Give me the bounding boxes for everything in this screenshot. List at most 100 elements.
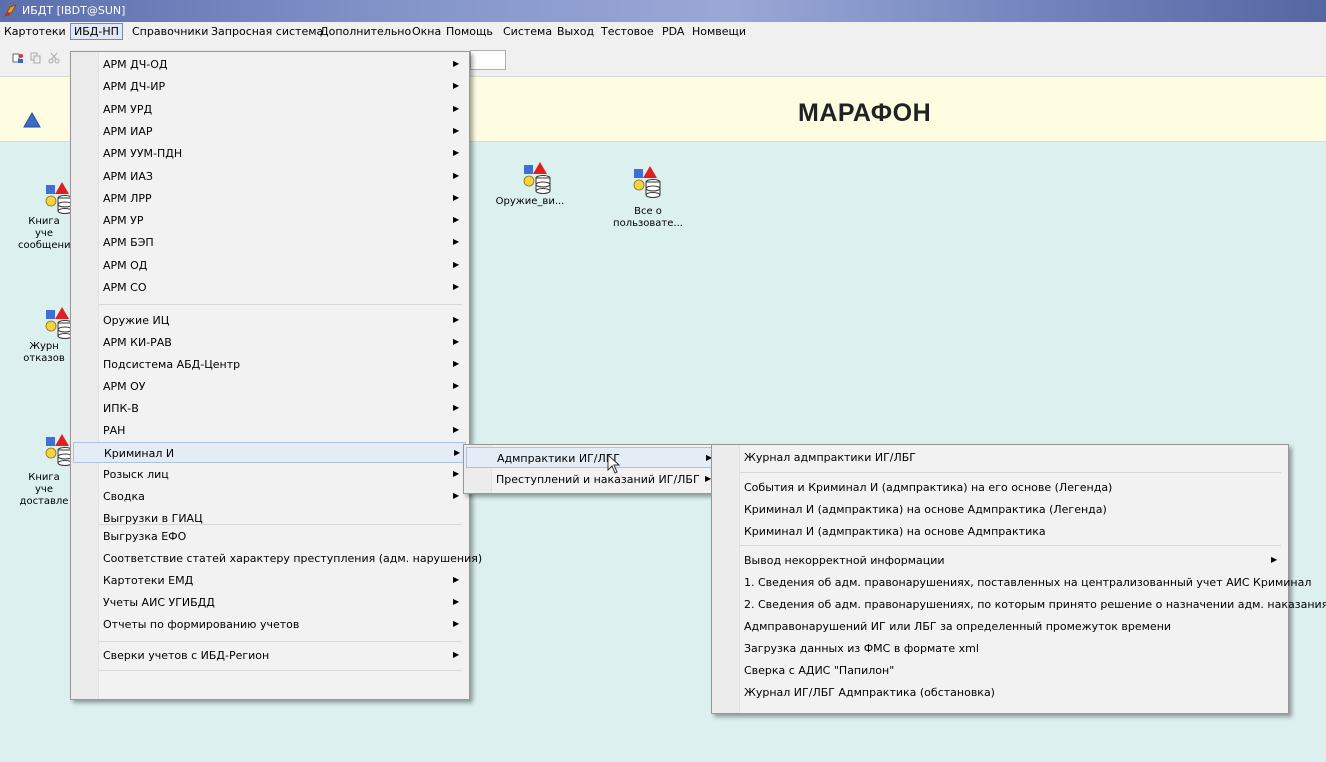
menu-item-label: Криминал И bbox=[104, 447, 175, 460]
submenu-arrow-icon: ▶ bbox=[453, 81, 460, 91]
desktop-icon-label[interactable]: Книга уче доставле bbox=[18, 472, 70, 508]
menu-item-label: Картотеки ЕМД bbox=[103, 574, 194, 587]
menu-item-label: АРМ УР bbox=[103, 214, 144, 228]
menu-item-label: Подсистема АБД-Центр bbox=[103, 358, 241, 371]
menu-item[interactable]: Отчеты по формированию учетов ▶ bbox=[73, 614, 466, 635]
menu-item[interactable]: Криминал И ▶ bbox=[73, 442, 466, 463]
submenu-arrow-icon: ▶ bbox=[453, 619, 460, 628]
copy-icon[interactable] bbox=[30, 52, 42, 64]
title-bar: ИБДТ [IBDT@SUN] bbox=[0, 0, 1326, 22]
menu-item-label: Адмпрактики ИГ/ЛБГ bbox=[497, 452, 621, 465]
cut-icon[interactable] bbox=[48, 52, 60, 64]
desktop-icon-label[interactable]: Журн отказов bbox=[18, 341, 70, 365]
menu-item[interactable]: АРМ КИ-РАВ ▶ bbox=[73, 332, 466, 353]
menu-pomosch[interactable]: Помощь bbox=[446, 25, 493, 38]
desktop-icon-label[interactable]: Книга уче сообщени bbox=[18, 216, 71, 252]
menu-item[interactable]: Сверки учетов с ИБД-Регион ▶ bbox=[73, 645, 466, 666]
menu-item[interactable]: АРМ ДЧ-ИР ▶ bbox=[73, 76, 466, 97]
menu-item[interactable]: Адмправонарушений ИГ или ЛБГ за определе… bbox=[714, 616, 1285, 637]
menu-item-label: АРМ КИ-РАВ bbox=[103, 336, 172, 349]
menu-item[interactable]: Сводка ▶ bbox=[73, 486, 466, 507]
menu-item[interactable]: ИПК-В ▶ bbox=[73, 398, 466, 419]
menu-item-label: АРМ БЭП bbox=[103, 236, 154, 250]
menu-bar: Картотеки ИБД-НП Справочники Запросная с… bbox=[0, 22, 1326, 42]
menu-item[interactable]: Вывод некорректной информации ▶ bbox=[714, 550, 1285, 571]
menu-item[interactable]: Подсистема АБД-Центр ▶ bbox=[73, 354, 466, 375]
desktop-icon-label[interactable]: Оружие_ви... bbox=[490, 196, 570, 208]
menu-testovoe[interactable]: Тестовое bbox=[601, 25, 654, 38]
menu-item-label: АРМ ОУ bbox=[103, 380, 146, 393]
menu-item-label: Загрузка данных из ФМС в формате xml bbox=[744, 642, 979, 655]
submenu-arrow-icon: ▶ bbox=[453, 597, 460, 606]
menu-item[interactable]: АРМ УУМ-ПДН ▶ bbox=[73, 143, 466, 164]
menu-item-label: АРМ ОД bbox=[103, 258, 148, 272]
toolbar-input[interactable] bbox=[470, 50, 506, 70]
menu-item[interactable]: Журнал адмпрактики ИГ/ЛБГ bbox=[714, 447, 1285, 468]
menu-item[interactable]: АРМ БЭП ▶ bbox=[73, 232, 466, 253]
menu-item[interactable]: АРМ ОД ▶ bbox=[73, 255, 466, 276]
menu-item[interactable]: Загрузка данных из ФМС в формате xml bbox=[714, 638, 1285, 659]
menu-item-label: АРМ УУМ-ПДН bbox=[103, 147, 183, 161]
menu-item[interactable]: АРМ ИАР ▶ bbox=[73, 121, 466, 142]
menu-separator bbox=[99, 641, 462, 642]
menu-item[interactable]: АРМ ДЧ-ОД ▶ bbox=[73, 54, 466, 75]
banner-title: МАРАФОН bbox=[798, 99, 932, 127]
desktop-icon-label[interactable]: Все о пользовате... bbox=[608, 206, 688, 230]
menu-item[interactable]: Учеты АИС УГИБДД ▶ bbox=[73, 592, 466, 613]
menu-okna[interactable]: Окна bbox=[412, 25, 441, 38]
menu-pda[interactable]: PDA bbox=[662, 25, 684, 38]
menu-item[interactable]: АРМ ИАЗ ▶ bbox=[73, 166, 466, 187]
menu-dopolnitelno[interactable]: Дополнительно bbox=[320, 25, 411, 38]
menu-item[interactable]: Журнал ИГ/ЛБГ Адмпрактика (обстановка) bbox=[714, 682, 1285, 703]
menu-item[interactable]: Сверка с АДИС "Папилон" bbox=[714, 660, 1285, 681]
menu-item[interactable]: АРМ ОУ ▶ bbox=[73, 376, 466, 397]
submenu-arrow-icon: ▶ bbox=[453, 148, 460, 158]
menu-item[interactable]: РАН ▶ bbox=[73, 420, 466, 441]
menu-item[interactable]: АРМ СО ▶ bbox=[73, 277, 466, 298]
menu-item[interactable]: АРМ ЛРР ▶ bbox=[73, 188, 466, 209]
submenu-arrow-icon: ▶ bbox=[453, 469, 460, 478]
database-shapes-icon[interactable] bbox=[630, 164, 666, 200]
menu-item-label: АРМ ДЧ-ИР bbox=[103, 80, 166, 94]
menu-kartoteki[interactable]: Картотеки bbox=[4, 25, 66, 38]
menu-item[interactable]: Криминал И (адмпрактика) на основе Адмпр… bbox=[714, 499, 1285, 520]
menu-item[interactable]: Соответствие статей характеру преступлен… bbox=[73, 548, 482, 569]
new-record-icon[interactable] bbox=[12, 52, 24, 64]
menu-item-label: Журнал адмпрактики ИГ/ЛБГ bbox=[744, 451, 917, 464]
menu-item[interactable]: Адмпрактики ИГ/ЛБГ ▶ bbox=[466, 447, 716, 468]
up-arrow-icon[interactable] bbox=[23, 112, 41, 128]
menu-item[interactable]: АРМ УРД ▶ bbox=[73, 99, 466, 120]
menu-vyhod[interactable]: Выход bbox=[557, 25, 594, 38]
menu-item[interactable]: События и Криминал И (адмпрактика) на ег… bbox=[714, 477, 1285, 498]
menu-item-label: Сверки учетов с ИБД-Регион bbox=[103, 649, 270, 662]
menu-item-label: Оружие ИЦ bbox=[103, 314, 170, 327]
menu-nomveschi[interactable]: Номвещи bbox=[692, 25, 746, 38]
submenu-arrow-icon: ▶ bbox=[453, 315, 460, 324]
menu-item[interactable]: АРМ УР ▶ bbox=[73, 210, 466, 231]
menu-item[interactable]: 1. Сведения об адм. правонарушениях, пос… bbox=[714, 572, 1311, 593]
menu-item[interactable]: Выгрузка ЕФО bbox=[73, 526, 466, 547]
menu-item-label: АРМ ЛРР bbox=[103, 191, 152, 205]
menu-sistema[interactable]: Система bbox=[503, 25, 552, 38]
menu-ibd-np[interactable]: ИБД-НП bbox=[70, 23, 123, 40]
menu-item-label: Сверка с АДИС "Папилон" bbox=[744, 664, 895, 677]
menu-item[interactable]: Розыск лиц ▶ bbox=[73, 464, 466, 485]
menu-item-label: Журнал ИГ/ЛБГ Адмпрактика (обстановка) bbox=[744, 686, 995, 699]
menu-separator bbox=[99, 524, 462, 525]
submenu-arrow-icon: ▶ bbox=[453, 650, 460, 659]
menu-separator bbox=[740, 472, 1281, 473]
menu-item-label: Вывод некорректной информации bbox=[744, 554, 945, 567]
menu-item[interactable]: Преступлений и наказаний ИГ/ЛБГ ▶ bbox=[466, 469, 716, 490]
menu-spravochniki[interactable]: Справочники bbox=[132, 25, 208, 38]
menu-item-label: Выгрузка ЕФО bbox=[103, 530, 187, 543]
menu-item[interactable]: Оружие ИЦ ▶ bbox=[73, 310, 466, 331]
submenu-arrow-icon: ▶ bbox=[453, 359, 460, 368]
menu-item[interactable]: Картотеки ЕМД ▶ bbox=[73, 570, 466, 591]
menu-zaprosnaya-sistema[interactable]: Запросная система bbox=[211, 25, 323, 38]
menu-item[interactable]: Криминал И (адмпрактика) на основе Адмпр… bbox=[714, 521, 1285, 542]
menu-item[interactable]: 2. Сведения об адм. правонарушениях, по … bbox=[714, 594, 1326, 615]
menu-item-label: Криминал И (адмпрактика) на основе Адмпр… bbox=[744, 503, 1107, 516]
menu-item-label: Розыск лиц bbox=[103, 468, 169, 481]
menu-item-label: 2. Сведения об адм. правонарушениях, по … bbox=[744, 598, 1326, 611]
database-shapes-icon[interactable] bbox=[520, 160, 556, 196]
